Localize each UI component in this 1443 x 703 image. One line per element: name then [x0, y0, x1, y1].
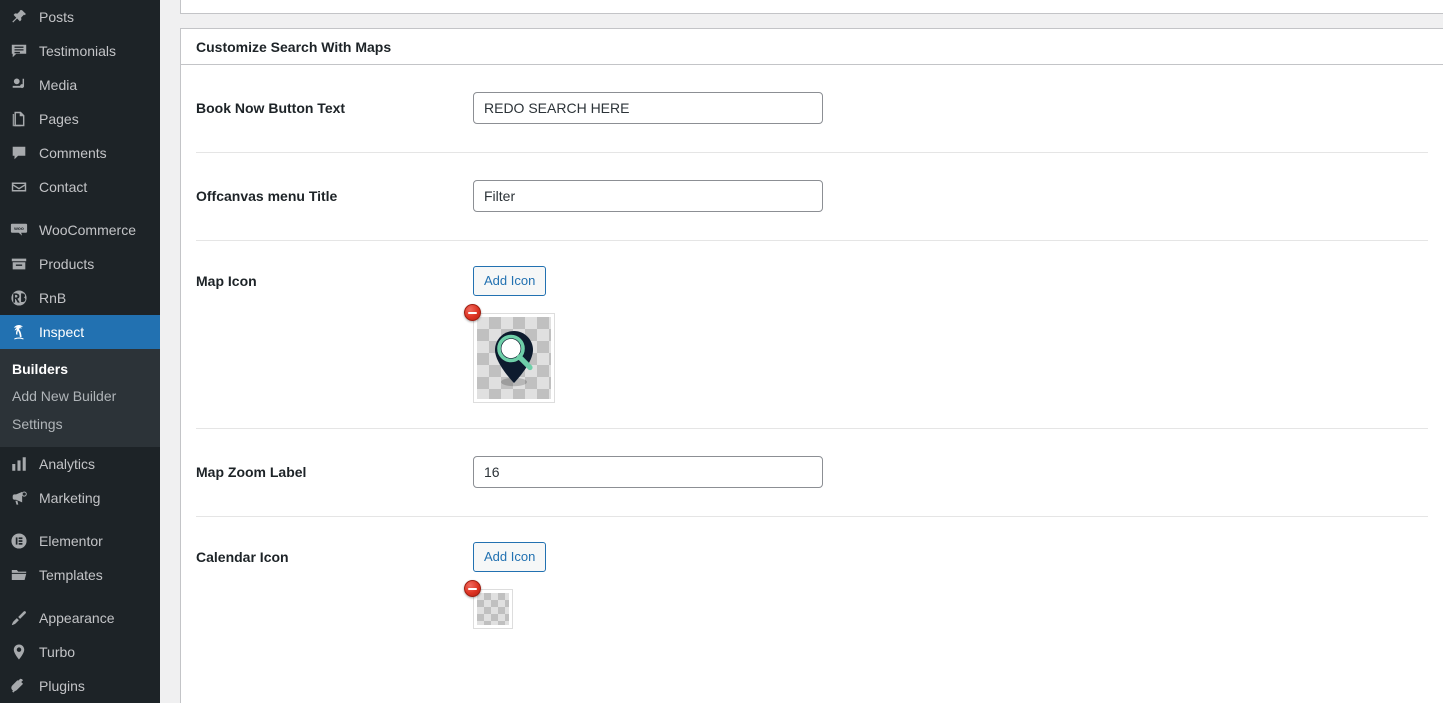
sidebar-item-label: Pages — [39, 111, 79, 127]
field-label: Calendar Icon — [196, 549, 289, 565]
sidebar-item-woocommerce[interactable]: woo WooCommerce — [0, 213, 160, 247]
sidebar-item-appearance[interactable]: Appearance — [0, 601, 160, 635]
field-control — [473, 180, 1428, 212]
woocommerce-icon: woo — [8, 220, 30, 240]
sidebar-item-pages[interactable]: Pages — [0, 102, 160, 136]
field-label: Map Zoom Label — [196, 464, 307, 480]
testimonial-icon — [8, 41, 30, 61]
plug-icon — [8, 676, 30, 696]
svg-text:woo: woo — [13, 227, 24, 232]
sidebar-item-templates[interactable]: Templates — [0, 558, 160, 592]
sidebar-item-contact[interactable]: Contact — [0, 170, 160, 204]
form-row: Calendar Icon Add Icon — [196, 517, 1428, 659]
form-row: Book Now Button Text — [196, 65, 1428, 153]
add-icon-button[interactable]: Add Icon — [473, 542, 547, 572]
sidebar-item-analytics[interactable]: Analytics — [0, 447, 160, 481]
input-book-now-button-text[interactable] — [473, 92, 823, 124]
icon-thumbnail-wrapper — [464, 580, 513, 634]
sidebar-item-marketing[interactable]: Marketing — [0, 481, 160, 515]
sidebar-item-media[interactable]: Media — [0, 68, 160, 102]
panel-header: Customize Search With Maps — [181, 29, 1443, 65]
products-box-icon — [8, 254, 30, 274]
panel-body: Book Now Button Text Offcanvas menu Title… — [181, 65, 1443, 659]
sidebar-item-posts[interactable]: Posts — [0, 0, 160, 34]
sidebar-item-label: Posts — [39, 9, 75, 25]
comment-icon — [8, 143, 30, 163]
sidebar-item-comments[interactable]: Comments — [0, 136, 160, 170]
field-label: Offcanvas menu Title — [196, 188, 338, 204]
location-icon — [8, 642, 30, 662]
sidebar-item-label: Analytics — [39, 456, 96, 472]
admin-sidebar: Posts Testimonials Media Pages Comments Conta… — [0, 0, 160, 703]
mail-icon — [8, 177, 30, 197]
sidebar-item-turbo[interactable]: Turbo — [0, 635, 160, 669]
media-icon — [8, 75, 30, 95]
sidebar-item-label: Marketing — [39, 490, 101, 506]
sidebar-item-label: Plugins — [39, 678, 85, 694]
rnb-icon — [8, 288, 30, 308]
sidebar-item-label: Media — [39, 77, 78, 93]
bar-chart-icon — [8, 454, 30, 474]
sidebar-menu: Posts Testimonials Media Pages Comments Conta… — [0, 0, 160, 703]
sidebar-item-label: Comments — [39, 145, 107, 161]
sidebar-item-testimonials[interactable]: Testimonials — [0, 34, 160, 68]
settings-panel: Customize Search With Maps Book Now Butt… — [180, 28, 1443, 703]
sidebar-item-label: RnB — [39, 290, 67, 306]
add-icon-button[interactable]: Add Icon — [473, 266, 547, 296]
palm-tree-icon — [8, 322, 30, 342]
sidebar-item-inspect[interactable]: Inspect — [0, 315, 160, 349]
sidebar-separator — [0, 204, 160, 213]
folder-icon — [8, 565, 30, 585]
remove-icon[interactable] — [464, 304, 481, 321]
sidebar-item-label: Turbo — [39, 644, 76, 660]
remove-icon[interactable] — [464, 580, 481, 597]
input-map-zoom-label[interactable] — [473, 456, 823, 488]
form-row: Map Icon Add Icon — [196, 241, 1428, 429]
missing-image — [477, 593, 509, 625]
sidebar-item-label: Inspect — [39, 324, 85, 340]
admin-screen: Posts Testimonials Media Pages Comments Conta… — [0, 0, 1443, 703]
pin-icon — [8, 7, 30, 27]
elementor-icon — [8, 531, 30, 551]
field-label: Book Now Button Text — [196, 100, 346, 116]
submenu-title: Builders — [12, 361, 69, 377]
sidebar-item-label: Contact — [39, 179, 88, 195]
field-control — [473, 92, 1428, 124]
field-control — [473, 456, 1428, 488]
megaphone-icon — [8, 488, 30, 508]
sidebar-item-plugins[interactable]: Plugins — [0, 669, 160, 703]
submenu-item-add-new-builder[interactable]: Add New Builder — [0, 382, 160, 410]
sidebar-item-label: Templates — [39, 567, 103, 583]
thumbnail-frame[interactable] — [473, 313, 555, 403]
sidebar-item-label: Products — [39, 256, 95, 272]
sidebar-submenu-builders: Builders Add New Builder Settings — [0, 349, 160, 447]
submenu-item-settings[interactable]: Settings — [0, 410, 160, 438]
sidebar-item-label: Testimonials — [39, 43, 117, 59]
previous-panel-partial — [180, 0, 1443, 14]
pages-icon — [8, 109, 30, 129]
field-label: Map Icon — [196, 273, 257, 289]
sidebar-separator — [0, 515, 160, 524]
brush-icon — [8, 608, 30, 628]
sidebar-item-label: Elementor — [39, 533, 103, 549]
input-offcanvas-menu-title[interactable] — [473, 180, 823, 212]
field-control: Add Icon — [464, 266, 1428, 403]
form-row: Map Zoom Label — [196, 429, 1428, 517]
sidebar-item-rnb[interactable]: RnB — [0, 281, 160, 315]
form-row: Offcanvas menu Title — [196, 153, 1428, 241]
icon-thumbnail-wrapper — [464, 304, 555, 403]
content-area: Customize Search With Maps Book Now Butt… — [160, 0, 1443, 703]
thumbnail-frame[interactable] — [473, 589, 513, 629]
sidebar-item-products[interactable]: Products — [0, 247, 160, 281]
sidebar-item-label: WooCommerce — [39, 222, 136, 238]
sidebar-item-label: Appearance — [39, 610, 115, 626]
field-control: Add Icon — [464, 542, 1428, 634]
sidebar-separator — [0, 592, 160, 601]
map-pin-search-icon — [477, 317, 551, 399]
sidebar-item-elementor[interactable]: Elementor — [0, 524, 160, 558]
panel-title: Customize Search With Maps — [196, 38, 392, 55]
